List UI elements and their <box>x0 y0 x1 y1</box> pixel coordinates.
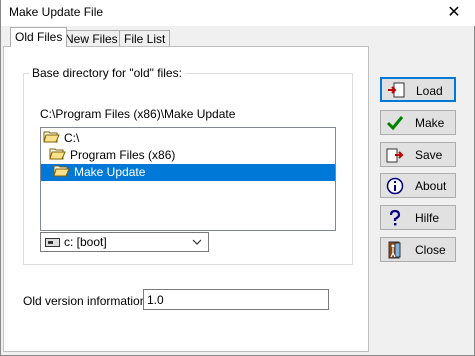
folder-open-icon <box>53 164 70 182</box>
title-bar: Make Update File ✕ <box>1 0 475 26</box>
info-icon <box>386 177 404 195</box>
list-item[interactable]: C:\ <box>43 130 333 147</box>
load-icon <box>387 82 405 100</box>
button-label: About <box>415 179 447 193</box>
about-button[interactable]: About <box>380 173 456 198</box>
directory-label: C:\ <box>64 131 80 146</box>
list-item[interactable]: Program Files (x86) <box>49 147 333 164</box>
button-label: Close <box>415 243 446 257</box>
make-update-window: Make Update File ✕ Old Files New Files F… <box>0 0 475 356</box>
save-icon <box>386 146 404 164</box>
button-label: Make <box>415 116 445 130</box>
drive-select[interactable]: c: [boot] <box>40 232 209 252</box>
tab-label: File List <box>124 32 166 46</box>
old-version-input[interactable] <box>143 289 329 310</box>
button-label: Load <box>416 84 443 98</box>
group-legend: Base directory for "old" files: <box>29 66 185 80</box>
help-button[interactable]: Hilfe <box>380 205 456 230</box>
directory-label: Make Update <box>74 165 146 180</box>
tab-label: Old Files <box>15 30 63 44</box>
close-window-button[interactable]: ✕ <box>432 0 475 26</box>
close-button[interactable]: Close <box>380 237 456 262</box>
load-button[interactable]: Load <box>380 77 456 102</box>
tab-old-files[interactable]: Old Files <box>10 27 68 47</box>
button-label: Save <box>415 148 443 162</box>
checkmark-icon <box>386 114 404 132</box>
tab-file-list[interactable]: File List <box>119 30 171 47</box>
old-version-label: Old version information: <box>23 294 150 308</box>
drive-icon <box>45 238 60 247</box>
save-button[interactable]: Save <box>380 142 456 167</box>
directory-list[interactable]: C:\ Program Files (x86) Make Update <box>40 127 336 231</box>
directory-label: Program Files (x86) <box>70 148 176 163</box>
make-button[interactable]: Make <box>380 110 456 135</box>
drive-value: c: [boot] <box>64 235 107 249</box>
button-label: Hilfe <box>415 211 440 225</box>
tab-label: New Files <box>65 32 118 46</box>
chevron-down-icon[interactable] <box>192 233 204 258</box>
help-icon <box>386 209 404 227</box>
folder-open-icon <box>49 147 66 165</box>
exit-door-icon <box>386 241 404 259</box>
tab-new-files[interactable]: New Files <box>60 30 123 47</box>
list-item[interactable]: Make Update <box>41 164 335 181</box>
current-path-label: C:\Program Files (x86)\Make Update <box>40 107 236 121</box>
folder-open-icon <box>43 130 60 148</box>
window-title: Make Update File <box>9 5 104 19</box>
